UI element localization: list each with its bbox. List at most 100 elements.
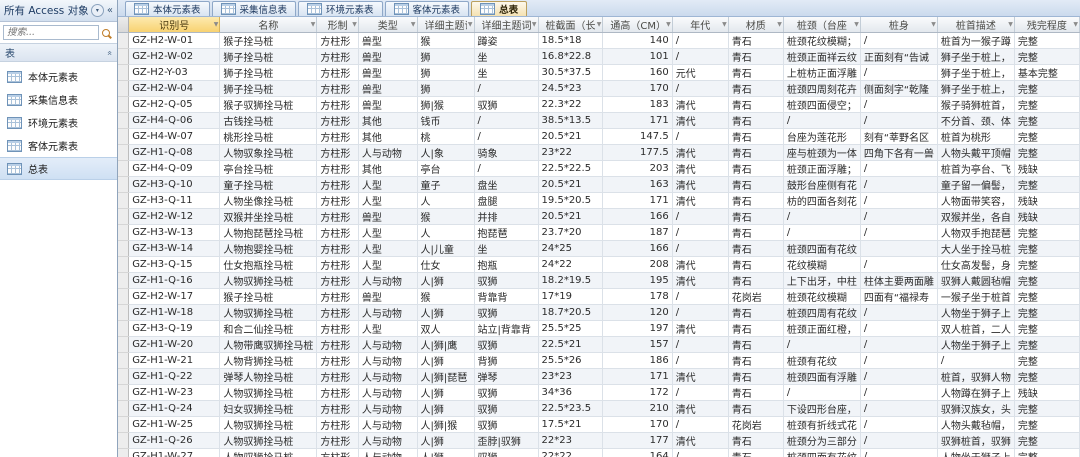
table-cell[interactable]: 桩颈有折线式花 xyxy=(783,417,860,433)
table-cell[interactable]: 人物驭狮拴马桩 xyxy=(220,273,317,289)
table-cell[interactable]: 坐 xyxy=(474,65,538,81)
table-cell[interactable]: 一猴子坐于桩首 xyxy=(937,289,1014,305)
table-cell[interactable]: GZ-H1-Q-08 xyxy=(129,145,220,161)
table-cell[interactable]: 人物驭狮拴马桩 xyxy=(220,305,317,321)
table-cell[interactable]: 青石 xyxy=(728,433,783,449)
table-cell[interactable]: 人物驭狮拴马桩 xyxy=(220,433,317,449)
table-cell[interactable]: 兽型 xyxy=(358,209,417,225)
table-cell[interactable]: 方柱形 xyxy=(317,289,359,305)
table-cell[interactable]: 双猴并坐，各自 xyxy=(937,209,1014,225)
table-cell[interactable]: 人物坐于狮子上 xyxy=(937,449,1014,457)
table-cell[interactable]: 人 xyxy=(417,225,474,241)
table-cell[interactable]: 青石 xyxy=(728,305,783,321)
table-cell[interactable]: 197 xyxy=(603,321,672,337)
table-cell[interactable]: 下设四形台座， xyxy=(783,401,860,417)
column-header-桩截面（长([interactable]: 桩截面（长(▼ xyxy=(538,17,603,33)
table-cell[interactable]: 人|狮 xyxy=(417,449,474,457)
table-cell[interactable]: / xyxy=(672,81,728,97)
table-cell[interactable]: 方柱形 xyxy=(317,209,359,225)
table-cell[interactable]: 上桩枋正面浮雕 xyxy=(783,65,860,81)
table-cell[interactable]: 座与桩颈为一体 xyxy=(783,145,860,161)
table-cell[interactable]: 157 xyxy=(603,337,672,353)
table-cell[interactable]: 其他 xyxy=(358,113,417,129)
table-cell[interactable]: 狮子拴马桩 xyxy=(220,49,317,65)
table-cell[interactable]: / xyxy=(860,417,937,433)
table-cell[interactable]: 人与动物 xyxy=(358,273,417,289)
table-cell[interactable]: 34*36 xyxy=(538,385,603,401)
table-cell[interactable]: 青石 xyxy=(728,369,783,385)
table-cell[interactable]: 兽型 xyxy=(358,33,417,49)
table-cell[interactable]: 残缺 xyxy=(1014,161,1079,177)
filter-dropdown-icon[interactable]: ▼ xyxy=(854,21,859,28)
table-cell[interactable]: 清代 xyxy=(672,433,728,449)
table-cell[interactable]: / xyxy=(783,385,860,401)
table-cell[interactable]: 清代 xyxy=(672,273,728,289)
table-cell[interactable]: 桩颈四面有花纹 xyxy=(783,449,860,457)
table-cell[interactable]: 24.5*23 xyxy=(538,81,603,97)
table-cell[interactable]: 完整 xyxy=(1014,321,1079,337)
table-cell[interactable]: / xyxy=(860,113,937,129)
table-cell[interactable]: 方柱形 xyxy=(317,225,359,241)
table-cell[interactable]: 桩首为一猴子蹲 xyxy=(937,33,1014,49)
table-cell[interactable]: 枋的四面各刻花 xyxy=(783,193,860,209)
table-cell[interactable]: 人型 xyxy=(358,241,417,257)
row-selector[interactable] xyxy=(118,97,129,113)
filter-dropdown-icon[interactable]: ▼ xyxy=(777,21,782,28)
row-selector[interactable] xyxy=(118,145,129,161)
table-cell[interactable]: 桩颈四面侵空； xyxy=(783,97,860,113)
column-header-通高（CM）[interactable]: 通高（CM）▼ xyxy=(603,17,672,33)
table-cell[interactable]: 清代 xyxy=(672,193,728,209)
table-cell[interactable]: 驭狮 xyxy=(474,97,538,113)
table-cell[interactable]: 人|儿童 xyxy=(417,241,474,257)
table-cell[interactable]: 柱体主要两面雕 xyxy=(860,273,937,289)
table-cell[interactable]: / xyxy=(783,209,860,225)
table-cell[interactable]: / xyxy=(860,177,937,193)
table-cell[interactable]: 青石 xyxy=(728,449,783,457)
table-cell[interactable]: 桩颈花纹模糊 xyxy=(783,289,860,305)
table-cell[interactable]: 桩颈四周有花纹 xyxy=(783,305,860,321)
table-cell[interactable]: 完整 xyxy=(1014,33,1079,49)
table-cell[interactable]: 清代 xyxy=(672,97,728,113)
table-cell[interactable]: 人型 xyxy=(358,225,417,241)
row-selector[interactable] xyxy=(118,33,129,49)
table-cell[interactable]: 人物带鹰驭狮拴马桩 xyxy=(220,337,317,353)
table-cell[interactable]: / xyxy=(860,97,937,113)
table-cell[interactable]: 人物驭狮拴马桩 xyxy=(220,449,317,457)
table-cell[interactable]: 完整 xyxy=(1014,417,1079,433)
table-cell[interactable]: 清代 xyxy=(672,161,728,177)
table-cell[interactable]: 人与动物 xyxy=(358,369,417,385)
table-cell[interactable] xyxy=(860,241,937,257)
table-cell[interactable]: / xyxy=(860,193,937,209)
tab-环境元素表[interactable]: 环境元素表 xyxy=(298,1,383,16)
table-cell[interactable]: 上下出牙，中柱 xyxy=(783,273,860,289)
table-cell[interactable]: 人物驭象拴马桩 xyxy=(220,145,317,161)
table-cell[interactable]: 22.3*22 xyxy=(538,97,603,113)
table-cell[interactable]: 残缺 xyxy=(1014,209,1079,225)
table-cell[interactable]: 方柱形 xyxy=(317,417,359,433)
row-selector[interactable] xyxy=(118,289,129,305)
column-header-形制[interactable]: 形制▼ xyxy=(317,17,359,33)
table-cell[interactable]: 人与动物 xyxy=(358,385,417,401)
table-cell[interactable]: 猴子骑狮桩首， xyxy=(937,97,1014,113)
table-cell[interactable]: / xyxy=(860,305,937,321)
table-cell[interactable]: 人物抱婴拴马桩 xyxy=(220,241,317,257)
table-cell[interactable]: GZ-H1-W-23 xyxy=(129,385,220,401)
tab-客体元素表[interactable]: 客体元素表 xyxy=(385,1,470,16)
table-cell[interactable]: / xyxy=(860,257,937,273)
table-cell[interactable]: 完整 xyxy=(1014,257,1079,273)
table-cell[interactable]: 23*23 xyxy=(538,369,603,385)
table-cell[interactable]: / xyxy=(672,225,728,241)
table-cell[interactable]: / xyxy=(860,225,937,241)
table-cell[interactable]: 人|狮 xyxy=(417,305,474,321)
table-cell[interactable]: 22.5*22.5 xyxy=(538,161,603,177)
table-cell[interactable]: 22*23 xyxy=(538,433,603,449)
table-cell[interactable]: 方柱形 xyxy=(317,401,359,417)
table-cell[interactable]: 人物坐于狮子上 xyxy=(937,305,1014,321)
table-cell[interactable]: 人 xyxy=(417,193,474,209)
table-cell[interactable]: 人物坐像拴马桩 xyxy=(220,193,317,209)
table-cell[interactable]: 桩颈分为三部分 xyxy=(783,433,860,449)
table-cell[interactable]: 青石 xyxy=(728,401,783,417)
table-cell[interactable]: 青石 xyxy=(728,161,783,177)
column-header-桩颈（台座[interactable]: 桩颈（台座▼ xyxy=(783,17,860,33)
table-cell[interactable]: / xyxy=(672,385,728,401)
